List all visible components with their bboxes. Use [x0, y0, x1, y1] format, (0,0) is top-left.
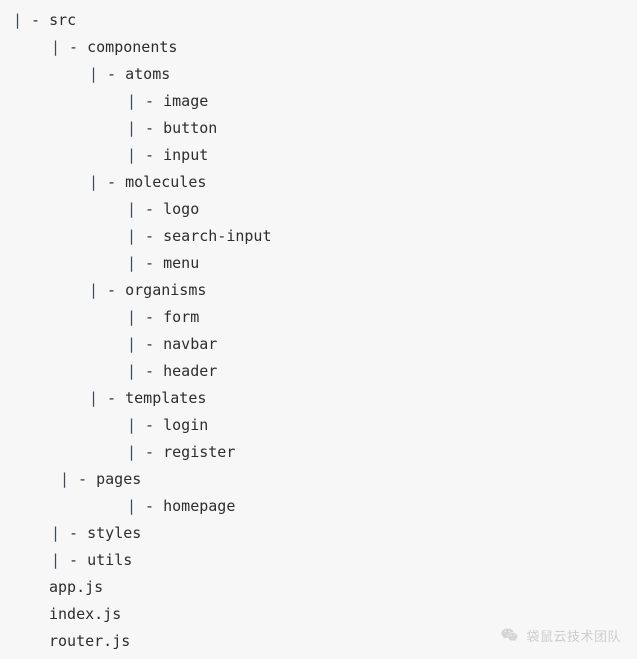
tree-branch-bar: |	[13, 11, 23, 29]
tree-directory-label: header	[163, 362, 218, 380]
tree-branch-connector: -	[60, 38, 88, 56]
tree-directory-label: image	[163, 92, 209, 110]
tree-branch-connector: -	[60, 551, 88, 569]
tree-branch-connector: -	[136, 335, 164, 353]
tree-branch-bar: |	[127, 119, 137, 137]
wechat-icon	[501, 628, 519, 642]
tree-branch-bar: |	[60, 470, 70, 488]
tree-branch-bar: |	[127, 308, 137, 326]
tree-directory-label: styles	[87, 524, 142, 542]
tree-branch-bar: |	[89, 389, 99, 407]
watermark-text: 袋鼠云技术团队	[526, 630, 621, 645]
tree-directory-row: | - menu	[0, 250, 637, 277]
tree-branch-connector: -	[136, 362, 164, 380]
tree-file-label: index.js	[49, 605, 122, 623]
tree-branch-bar: |	[127, 362, 137, 380]
tree-directory-label: search-input	[163, 227, 272, 245]
tree-branch-connector: -	[136, 227, 164, 245]
tree-directory-row: | - pages	[0, 466, 637, 493]
tree-directory-label: button	[163, 119, 218, 137]
tree-branch-bar: |	[89, 65, 99, 83]
tree-directory-row: | - utils	[0, 547, 637, 574]
tree-branch-bar: |	[127, 146, 137, 164]
tree-directory-label: utils	[87, 551, 133, 569]
tree-directory-label: templates	[125, 389, 207, 407]
tree-directory-label: homepage	[163, 497, 236, 515]
tree-branch-connector: -	[136, 308, 164, 326]
watermark: 袋鼠云技术团队	[500, 626, 621, 645]
tree-directory-row: | - logo	[0, 196, 637, 223]
tree-branch-bar: |	[127, 416, 137, 434]
tree-branch-bar: |	[51, 524, 61, 542]
tree-branch-bar: |	[127, 92, 137, 110]
tree-directory-label: input	[163, 146, 209, 164]
tree-branch-bar: |	[127, 443, 137, 461]
tree-directory-label: login	[163, 416, 209, 434]
tree-branch-bar: |	[127, 254, 137, 272]
tree-directory-row: | - homepage	[0, 493, 637, 520]
tree-directory-label: src	[49, 11, 77, 29]
tree-directory-row: | - button	[0, 115, 637, 142]
tree-branch-bar: |	[89, 173, 99, 191]
tree-branch-bar: |	[127, 200, 137, 218]
tree-directory-label: pages	[96, 470, 142, 488]
tree-directory-row: | - styles	[0, 520, 637, 547]
tree-directory-row: | - header	[0, 358, 637, 385]
tree-branch-connector: -	[136, 497, 164, 515]
tree-branch-bar: |	[127, 335, 137, 353]
tree-branch-connector: -	[98, 65, 126, 83]
tree-directory-row: | - components	[0, 34, 637, 61]
tree-directory-label: form	[163, 308, 200, 326]
tree-directory-row: | - templates	[0, 385, 637, 412]
tree-directory-row: | - form	[0, 304, 637, 331]
tree-branch-bar: |	[51, 551, 61, 569]
tree-directory-row: | - molecules	[0, 169, 637, 196]
directory-tree: | - src | - components | - atoms | - image |…	[0, 0, 637, 659]
tree-directory-label: molecules	[125, 173, 207, 191]
tree-directory-row: | - organisms	[0, 277, 637, 304]
tree-branch-bar: |	[127, 497, 137, 515]
tree-file-label: app.js	[49, 578, 104, 596]
tree-branch-bar: |	[89, 281, 99, 299]
tree-directory-row: | - login	[0, 412, 637, 439]
tree-directory-row: | - atoms	[0, 61, 637, 88]
tree-directory-row: | - search-input	[0, 223, 637, 250]
tree-branch-bar: |	[127, 227, 137, 245]
tree-directory-label: navbar	[163, 335, 218, 353]
tree-directory-row: | - register	[0, 439, 637, 466]
tree-branch-connector: -	[136, 443, 164, 461]
tree-directory-label: organisms	[125, 281, 207, 299]
tree-file-row: app.js	[0, 574, 637, 601]
tree-branch-connector: -	[98, 173, 126, 191]
tree-branch-connector: -	[136, 254, 164, 272]
tree-branch-connector: -	[136, 146, 164, 164]
tree-branch-connector: -	[136, 92, 164, 110]
tree-directory-label: menu	[163, 254, 200, 272]
tree-directory-label: components	[87, 38, 178, 56]
tree-branch-connector: -	[69, 470, 97, 488]
tree-branch-connector: -	[98, 389, 126, 407]
tree-branch-connector: -	[60, 524, 88, 542]
tree-directory-label: logo	[163, 200, 200, 218]
tree-branch-connector: -	[136, 416, 164, 434]
tree-directory-row: | - image	[0, 88, 637, 115]
tree-directory-label: register	[163, 443, 236, 461]
tree-file-row: index.js	[0, 601, 637, 628]
tree-file-label: router.js	[49, 632, 131, 650]
tree-branch-bar: |	[51, 38, 61, 56]
tree-directory-row: | - input	[0, 142, 637, 169]
tree-branch-connector: -	[136, 119, 164, 137]
tree-branch-connector: -	[22, 11, 50, 29]
tree-branch-connector: -	[136, 200, 164, 218]
tree-directory-row: | - navbar	[0, 331, 637, 358]
tree-branch-connector: -	[98, 281, 126, 299]
tree-directory-label: atoms	[125, 65, 171, 83]
tree-directory-row: | - src	[0, 7, 637, 34]
